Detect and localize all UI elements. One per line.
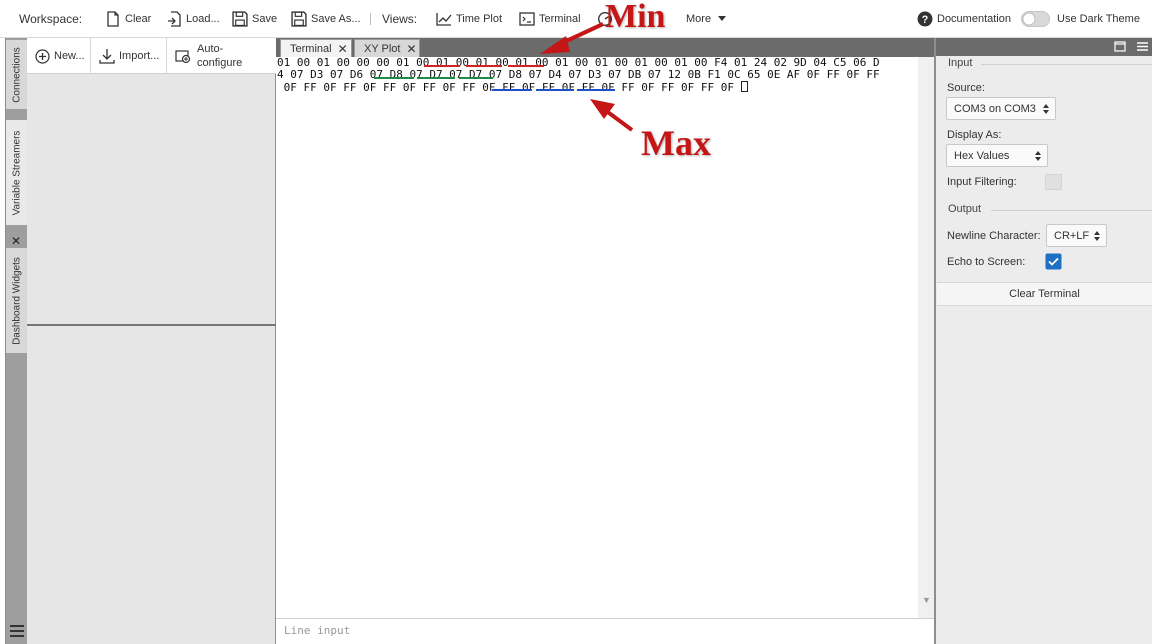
source-value: COM3 on COM3 [954, 102, 1036, 115]
section-divider [991, 210, 1152, 211]
select-caret-icon [1035, 151, 1041, 161]
min-annotation: Min [605, 0, 666, 35]
select-caret-icon [1094, 231, 1100, 241]
source-select[interactable]: COM3 on COM3 [946, 97, 1056, 120]
maximize-icon[interactable] [1114, 41, 1126, 52]
display-as-label: Display As: [947, 129, 1002, 141]
min-arrowhead [540, 36, 570, 54]
newline-label: Newline Character: [947, 230, 1041, 242]
source-label: Source: [947, 82, 985, 94]
newline-value: CR+LF [1054, 229, 1090, 242]
checkbox-checked-icon[interactable] [1045, 253, 1062, 270]
menu-icon[interactable] [1136, 41, 1149, 52]
terminal-settings-panel: Input Source: COM3 on COM3 Display As: H… [936, 38, 1152, 644]
output-section-title: Output [948, 203, 982, 215]
clear-terminal-label: Clear Terminal [1009, 288, 1080, 300]
input-filtering-label: Input Filtering: [947, 176, 1017, 188]
input-section-title: Input [948, 57, 973, 69]
settings-topbar [936, 38, 1152, 56]
display-as-select[interactable]: Hex Values [946, 144, 1048, 167]
input-filtering-checkbox[interactable] [1045, 174, 1062, 190]
select-caret-icon [1043, 104, 1049, 114]
display-as-value: Hex Values [954, 149, 1010, 162]
clear-terminal-button[interactable]: Clear Terminal [937, 282, 1152, 306]
max-annotation: Max [641, 123, 711, 163]
echo-label: Echo to Screen: [947, 256, 1026, 268]
section-divider [981, 64, 1152, 65]
max-arrow [603, 108, 634, 132]
newline-select[interactable]: CR+LF [1046, 224, 1107, 247]
